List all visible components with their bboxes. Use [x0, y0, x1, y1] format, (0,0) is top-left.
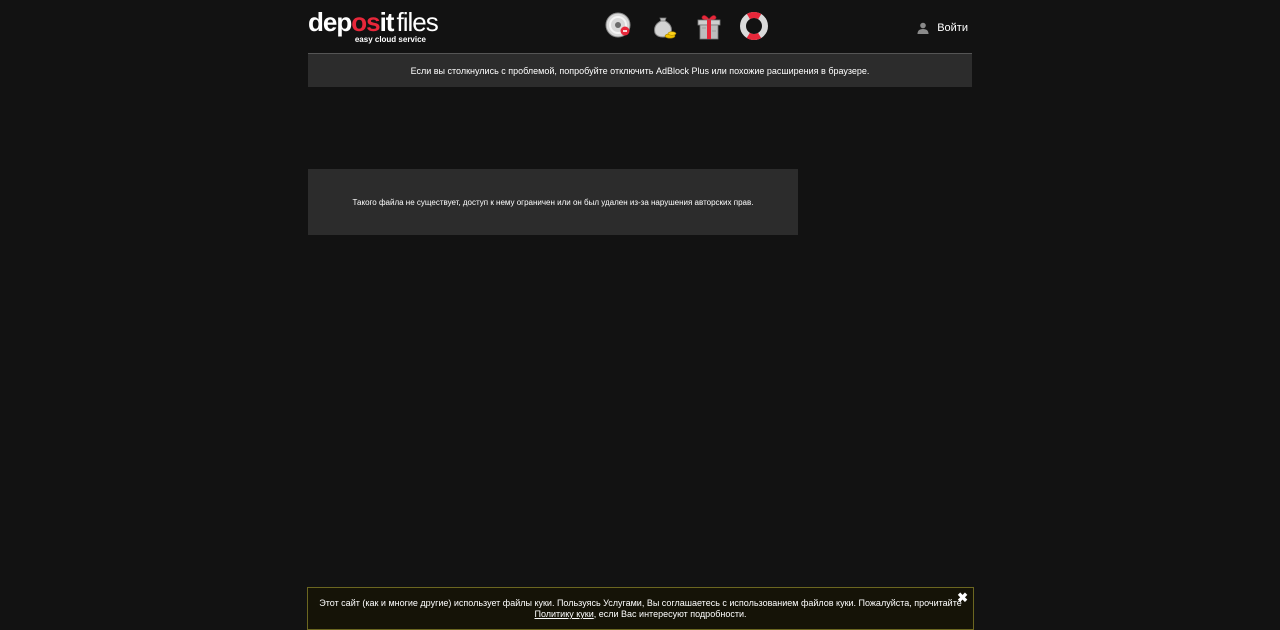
logo-tagline: easy cloud service	[354, 35, 426, 44]
disc-icon[interactable]	[604, 11, 634, 41]
file-error-panel: Такого файла не существует, доступ к нем…	[308, 169, 798, 235]
user-icon	[917, 22, 929, 34]
login-button[interactable]: Войти	[917, 20, 968, 36]
adblock-notice: Если вы столкнулись с проблемой, попробу…	[308, 53, 972, 87]
header: deposit files easy cloud service Войти	[308, 0, 972, 53]
cookie-banner-text: Этот сайт (как и многие другие) использу…	[319, 598, 962, 619]
adblock-notice-text: Если вы столкнулись с проблемой, попробу…	[410, 65, 870, 76]
file-error-message: Такого файла не существует, доступ к нем…	[352, 197, 754, 207]
logo[interactable]: deposit files easy cloud service	[308, 8, 439, 48]
logo-wordmark: deposit files	[308, 7, 439, 37]
gift-icon[interactable]	[694, 11, 724, 41]
cookie-banner: Этот сайт (как и многие другие) использу…	[307, 587, 974, 630]
cookie-policy-link[interactable]: Политику куки	[535, 609, 594, 619]
login-label: Войти	[937, 22, 968, 34]
lifebuoy-icon[interactable]	[739, 11, 769, 41]
close-icon[interactable]: ✖	[957, 591, 968, 605]
money-bag-icon[interactable]	[649, 11, 679, 41]
